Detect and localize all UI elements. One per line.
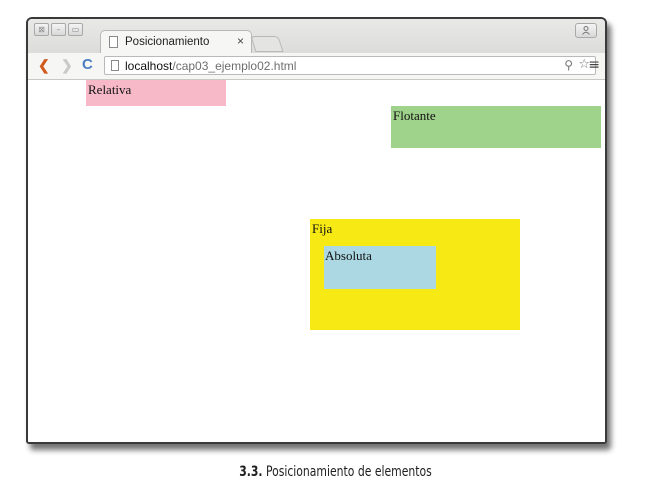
page-icon bbox=[111, 60, 119, 71]
fija-label: Fija bbox=[312, 221, 333, 236]
page-icon bbox=[109, 36, 118, 48]
flotante-box: Flotante bbox=[391, 106, 601, 148]
url-text: localhost/cap03_ejemplo02.html bbox=[125, 59, 296, 73]
close-window-icon[interactable]: ⊠ bbox=[34, 23, 49, 36]
tab-title: Posicionamiento bbox=[125, 36, 210, 48]
flotante-label: Flotante bbox=[393, 108, 436, 123]
relativa-label: Relativa bbox=[88, 82, 132, 97]
url-path: /cap03_ejemplo02.html bbox=[172, 59, 297, 73]
absoluta-label: Absoluta bbox=[325, 248, 372, 263]
relativa-box: Relativa bbox=[86, 80, 226, 106]
page-viewport: Relativa Flotante Fija Absoluta bbox=[28, 80, 605, 442]
forward-icon[interactable]: ❯ bbox=[61, 57, 73, 73]
address-bar[interactable]: localhost/cap03_ejemplo02.html ⚲ ☆ bbox=[104, 56, 596, 75]
tab-close-icon[interactable]: × bbox=[237, 34, 244, 48]
browser-window: ⊠ – ▭ Posicionamiento × ❮ ❯ C localhost/… bbox=[26, 17, 607, 444]
toolbar: ❮ ❯ C localhost/cap03_ejemplo02.html ⚲ ☆… bbox=[28, 53, 605, 80]
zoom-icon[interactable]: ⚲ bbox=[564, 58, 573, 72]
url-host: localhost bbox=[125, 59, 173, 73]
new-tab-button[interactable] bbox=[250, 36, 284, 52]
minimize-window-icon[interactable]: – bbox=[51, 23, 66, 36]
back-icon[interactable]: ❮ bbox=[38, 57, 50, 73]
fija-box: Fija Absoluta bbox=[310, 219, 520, 330]
absoluta-box: Absoluta bbox=[324, 246, 436, 289]
figure-caption: 3.3. Posicionamiento de elementos bbox=[47, 464, 624, 480]
window-controls: ⊠ – ▭ bbox=[34, 23, 83, 36]
tab-posicionamiento[interactable]: Posicionamiento × bbox=[100, 30, 252, 55]
menu-icon[interactable]: ≡ bbox=[588, 57, 600, 73]
caption-text: Posicionamiento de elementos bbox=[265, 464, 432, 480]
title-bar: ⊠ – ▭ Posicionamiento × bbox=[28, 19, 605, 55]
person-icon[interactable] bbox=[575, 23, 597, 38]
maximize-window-icon[interactable]: ▭ bbox=[68, 23, 83, 36]
reload-icon[interactable]: C bbox=[82, 57, 93, 73]
caption-number: 3.3. bbox=[239, 464, 263, 480]
